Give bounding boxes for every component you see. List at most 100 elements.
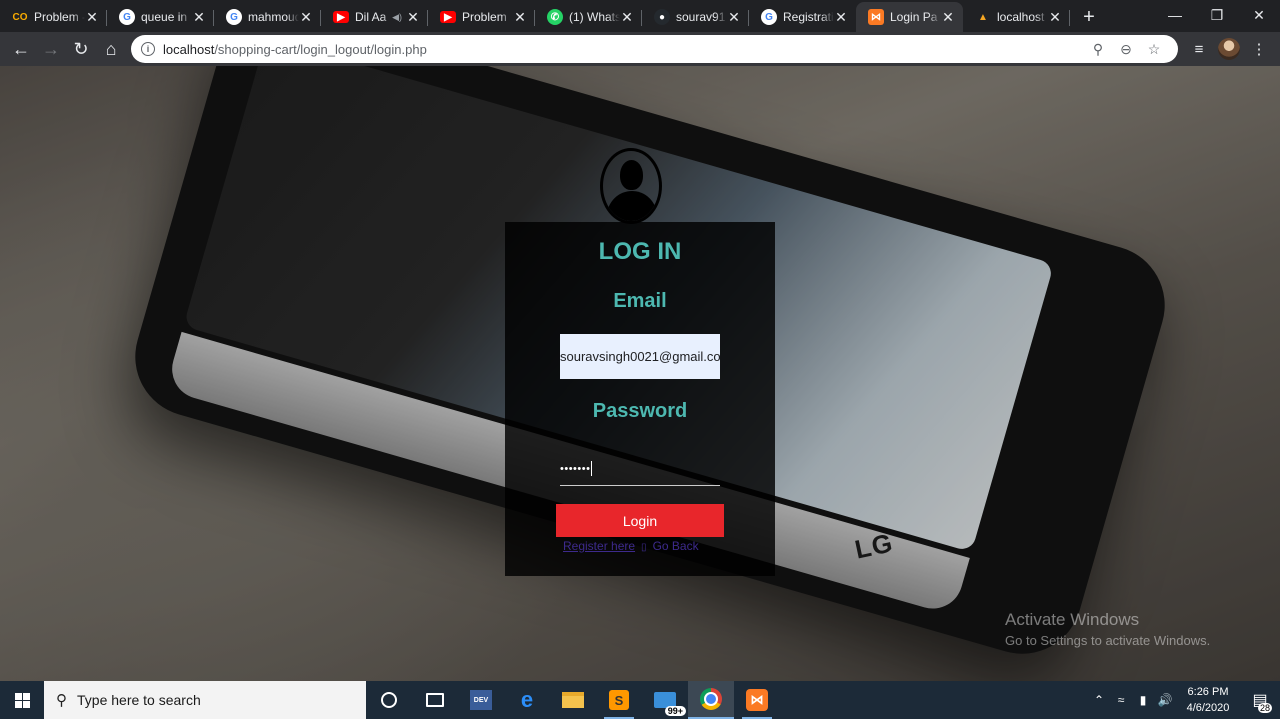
tab-title: Problem [462,10,507,24]
chrome-icon [700,688,722,710]
clock-time: 6:26 PM [1187,686,1229,698]
taskbar-search[interactable]: ⚲ Type here to search [44,681,366,719]
start-button[interactable] [0,681,44,719]
media-controls-icon[interactable]: ≡ [1184,34,1214,64]
browser-tab[interactable]: ▶ Problem ✕ [428,2,535,32]
zoom-icon[interactable]: ⊖ [1112,35,1140,63]
login-button[interactable]: Login [556,504,724,537]
bookmark-star-icon[interactable]: ☆ [1140,35,1168,63]
battery-icon[interactable]: ▮ [1132,693,1154,707]
password-mask: ••••••• [560,462,591,475]
window-controls: — ❐ ✕ [1154,0,1280,30]
email-label: Email [613,290,667,312]
clock-date: 4/6/2020 [1186,702,1230,714]
browser-tab[interactable]: ▲ localhost ✕ [963,2,1070,32]
notification-count: 28 [1257,703,1272,713]
reload-icon[interactable]: ↻ [66,34,96,64]
avatar-body [607,191,657,221]
taskbar-file-explorer[interactable] [550,681,596,719]
close-tab-icon[interactable]: ✕ [727,9,741,26]
password-field[interactable]: ••••••• [560,452,720,486]
close-tab-icon[interactable]: ✕ [620,9,634,26]
tab-title: localhost [997,10,1045,24]
close-tab-icon[interactable]: ✕ [513,9,527,26]
cortana-icon [381,692,397,708]
close-tab-icon[interactable]: ✕ [1048,9,1062,26]
edge-icon: e [520,687,534,712]
site-info-icon[interactable]: i [141,42,155,56]
system-tray: ⌃ ≈ ▮ 🔊 6:26 PM 4/6/2020 ▤ 28 [1088,681,1280,719]
url-path: /shopping-cart/login_logout/login.php [214,41,427,57]
go-back-link[interactable]: Go Back [653,539,699,553]
windows-taskbar: ⚲ Type here to search DEV e S 99+ ⋈ ⌃ ≈ … [0,681,1280,719]
activate-windows-watermark: Activate Windows Go to Settings to activ… [1005,610,1210,648]
new-tab-button[interactable]: + [1074,2,1104,32]
youtube-icon: ▶ [333,11,349,23]
audio-playing-icon[interactable]: ◀) [392,12,402,23]
tab-title: Dil Aa [355,10,387,24]
taskbar-sublime[interactable]: S [596,681,642,719]
task-view-button[interactable] [412,681,458,719]
volume-icon[interactable]: 🔊 [1154,693,1176,707]
browser-tab[interactable]: Gmahmoud ✕ [214,2,321,32]
home-icon[interactable]: ⌂ [96,34,126,64]
taskbar-dev-app[interactable]: DEV [458,681,504,719]
browser-tabstrip: CO Problem - ✕ Gqueue in ✕ Gmahmoud ✕ ▶ Dil Aa… [0,0,1280,32]
mail-badge: 99+ [664,706,686,716]
tab-title: (1) Whats [569,10,620,24]
browser-tab[interactable]: ⋈ Login Pa ✕ [856,2,963,32]
back-icon[interactable]: ← [6,34,36,64]
search-icon: ⚲ [56,692,67,709]
url-text[interactable]: localhost/shopping-cart/login_logout/log… [163,42,1084,57]
chevron-up-icon[interactable]: ⌃ [1088,693,1110,707]
taskbar-edge[interactable]: e [504,681,550,719]
browser-tab[interactable]: Gqueue in ✕ [107,2,214,32]
close-tab-icon[interactable]: ✕ [941,9,955,26]
xampp-icon: ⋈ [868,9,884,25]
notification-center-icon[interactable]: ▤ 28 [1240,681,1280,719]
close-tab-icon[interactable]: ✕ [834,9,848,26]
toolbar-right: ≡ ⋮ [1184,34,1274,64]
browser-tab[interactable]: ● sourav91 ✕ [642,2,749,32]
taskbar-chrome[interactable] [688,681,734,719]
user-avatar-icon [600,148,662,224]
minimize-button[interactable]: — [1154,0,1196,30]
tab-title: mahmoud [248,10,299,24]
google-icon: G [761,9,777,25]
task-view-icon [426,693,444,707]
cortana-button[interactable] [366,681,412,719]
clock[interactable]: 6:26 PM 4/6/2020 [1176,684,1240,716]
browser-tab[interactable]: ▶ Dil Aa ◀) ✕ [321,2,428,32]
google-icon: G [226,9,242,25]
profile-avatar[interactable] [1214,34,1244,64]
address-bar[interactable]: i localhost/shopping-cart/login_logout/l… [131,35,1178,63]
browser-toolbar: ← → ↻ ⌂ i localhost/shopping-cart/login_… [0,32,1280,66]
login-links: Register here ▯ Go Back [563,539,763,553]
wifi-icon[interactable]: ≈ [1110,693,1132,707]
browser-tab[interactable]: ✆ (1) Whats ✕ [535,2,642,32]
close-tab-icon[interactable]: ✕ [192,9,206,26]
close-tab-icon[interactable]: ✕ [85,9,99,26]
email-field[interactable]: souravsingh0021@gmail.com [560,334,720,379]
dev-app-icon: DEV [470,690,492,710]
xampp-icon: ⋈ [746,689,768,711]
menu-icon[interactable]: ⋮ [1244,34,1274,64]
google-icon: G [119,9,135,25]
register-link[interactable]: Register here [563,539,635,553]
forward-icon[interactable]: → [36,34,66,64]
tab-title: queue in [141,10,188,24]
taskbar-mail[interactable]: 99+ [642,681,688,719]
windows-logo-icon [14,692,30,708]
browser-tab[interactable]: CO Problem - ✕ [0,2,107,32]
key-icon[interactable]: ⚲ [1084,35,1112,63]
restore-button[interactable]: ❐ [1196,0,1238,30]
taskbar-xampp[interactable]: ⋈ [734,681,780,719]
login-title: LOG IN [598,238,682,265]
close-tab-icon[interactable]: ✕ [406,9,420,26]
close-window-button[interactable]: ✕ [1238,0,1280,30]
text-caret [591,461,593,476]
avatar [1218,38,1240,60]
browser-tab[interactable]: G Registrati ✕ [749,2,856,32]
url-host: localhost [163,41,215,57]
close-tab-icon[interactable]: ✕ [299,9,313,26]
